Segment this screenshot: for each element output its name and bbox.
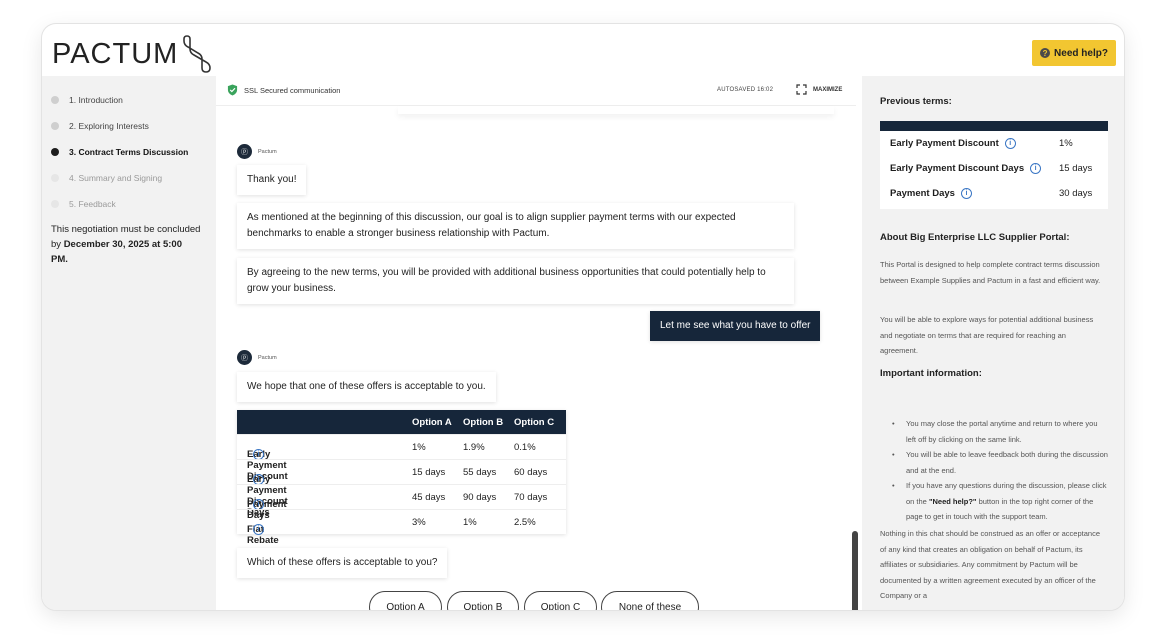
step-status-dot — [51, 174, 59, 182]
table-row: Early Payment Discount Days i 15 days 55 … — [237, 459, 566, 518]
step-status-dot — [51, 200, 59, 208]
expand-icon — [796, 84, 807, 95]
chat-message: We hope that one of these offers is acce… — [237, 372, 496, 402]
option-c-button[interactable]: Option C — [524, 591, 597, 610]
message-author: ⓟ Pactum — [237, 350, 277, 365]
column-header: Option A — [412, 417, 452, 428]
autosave-status: AUTOSAVED 16:02 — [717, 87, 774, 93]
about-paragraph: This Portal is designed to help complete… — [880, 260, 1101, 285]
list-item: You may close the portal anytime and ret… — [888, 416, 1108, 447]
info-icon[interactable]: i — [1004, 138, 1016, 149]
deadline-notice: This negotiation must be concluded by De… — [51, 224, 201, 265]
step-status-dot — [51, 96, 59, 104]
pactum-logo: PACTUM — [52, 35, 216, 73]
info-icon[interactable]: i — [1030, 163, 1042, 174]
logo-mark-icon — [183, 35, 212, 73]
need-help-button[interactable]: ? Need help? — [1032, 40, 1116, 66]
previous-message-edge — [398, 106, 834, 114]
offers-table-header: Option A Option B Option C — [237, 410, 566, 434]
table-row: Flat Rebate i 3% 1% 2.5% — [237, 509, 566, 546]
info-icon[interactable]: i — [253, 524, 264, 535]
chat-message: Thank you! — [237, 165, 307, 195]
card-header-bar — [880, 121, 1108, 131]
option-b-button[interactable]: Option B — [447, 591, 519, 610]
table-row: Early Payment Discount i 1% 1.9% 0.1% — [237, 434, 566, 482]
ssl-status: SSL Secured communication — [227, 84, 340, 96]
maximize-button[interactable]: MAXIMIZE — [796, 84, 842, 95]
info-panel: Previous terms: Early Payment Discount i … — [862, 76, 1124, 610]
about-title: About Big Enterprise LLC Supplier Portal… — [880, 232, 1070, 243]
help-icon: ? — [1040, 48, 1051, 58]
table-row: Payment Days i 30 days — [890, 188, 1093, 199]
table-row: Early Payment Discount Days i 15 days — [890, 163, 1093, 174]
table-row: Payment Days i 45 days 90 days 70 days — [237, 484, 566, 521]
shield-check-icon — [227, 84, 238, 96]
chat-message: As mentioned at the beginning of this di… — [237, 203, 794, 249]
step-status-dot — [51, 122, 59, 130]
chat-message: By agreeing to the new terms, you will b… — [237, 258, 794, 304]
app-window: PACTUM ? Need help? 1. Introduction 2. E… — [42, 24, 1124, 610]
column-header: Option C — [514, 417, 555, 428]
chat-panel: SSL Secured communication AUTOSAVED 16:0… — [216, 76, 862, 610]
step-exploring-interests[interactable]: 2. Exploring Interests — [51, 121, 149, 131]
step-status-dot — [51, 148, 59, 156]
previous-terms-title: Previous terms: — [880, 96, 952, 107]
step-summary-signing: 4. Summary and Signing — [51, 173, 162, 183]
chat-message: Which of these offers is acceptable to y… — [237, 548, 448, 578]
offers-table: Option A Option B Option C Early Payment… — [237, 410, 566, 546]
important-title: Important information: — [880, 368, 982, 379]
user-message: Let me see what you have to offer — [650, 311, 821, 341]
pactum-avatar: ⓟ — [237, 350, 252, 365]
step-introduction[interactable]: 1. Introduction — [51, 95, 123, 105]
pactum-avatar: ⓟ — [237, 144, 252, 159]
chat-scrollbar[interactable] — [852, 531, 858, 610]
step-contract-terms[interactable]: 3. Contract Terms Discussion — [51, 147, 188, 157]
about-paragraph: You will be able to explore ways for pot… — [880, 315, 1094, 355]
disclaimer-text: Nothing in this chat should be construed… — [880, 529, 1101, 600]
previous-terms-card: Early Payment Discount i 1% Early Payment… — [880, 121, 1108, 209]
column-header: Option B — [463, 417, 504, 428]
step-feedback: 5. Feedback — [51, 199, 116, 209]
list-item: If you have any questions during the dis… — [888, 478, 1108, 525]
important-list: You may close the portal anytime and ret… — [888, 416, 1108, 525]
none-of-these-button[interactable]: None of these — [601, 591, 699, 610]
message-author: ⓟ Pactum — [237, 144, 277, 159]
list-item: You will be able to leave feedback both … — [888, 447, 1108, 478]
info-icon[interactable]: i — [960, 188, 972, 199]
chat-topbar: SSL Secured communication AUTOSAVED 16:0… — [216, 76, 856, 106]
progress-sidebar: 1. Introduction 2. Exploring Interests 3… — [42, 76, 216, 610]
option-a-button[interactable]: Option A — [369, 591, 442, 610]
table-row: Early Payment Discount i 1% — [890, 138, 1073, 149]
